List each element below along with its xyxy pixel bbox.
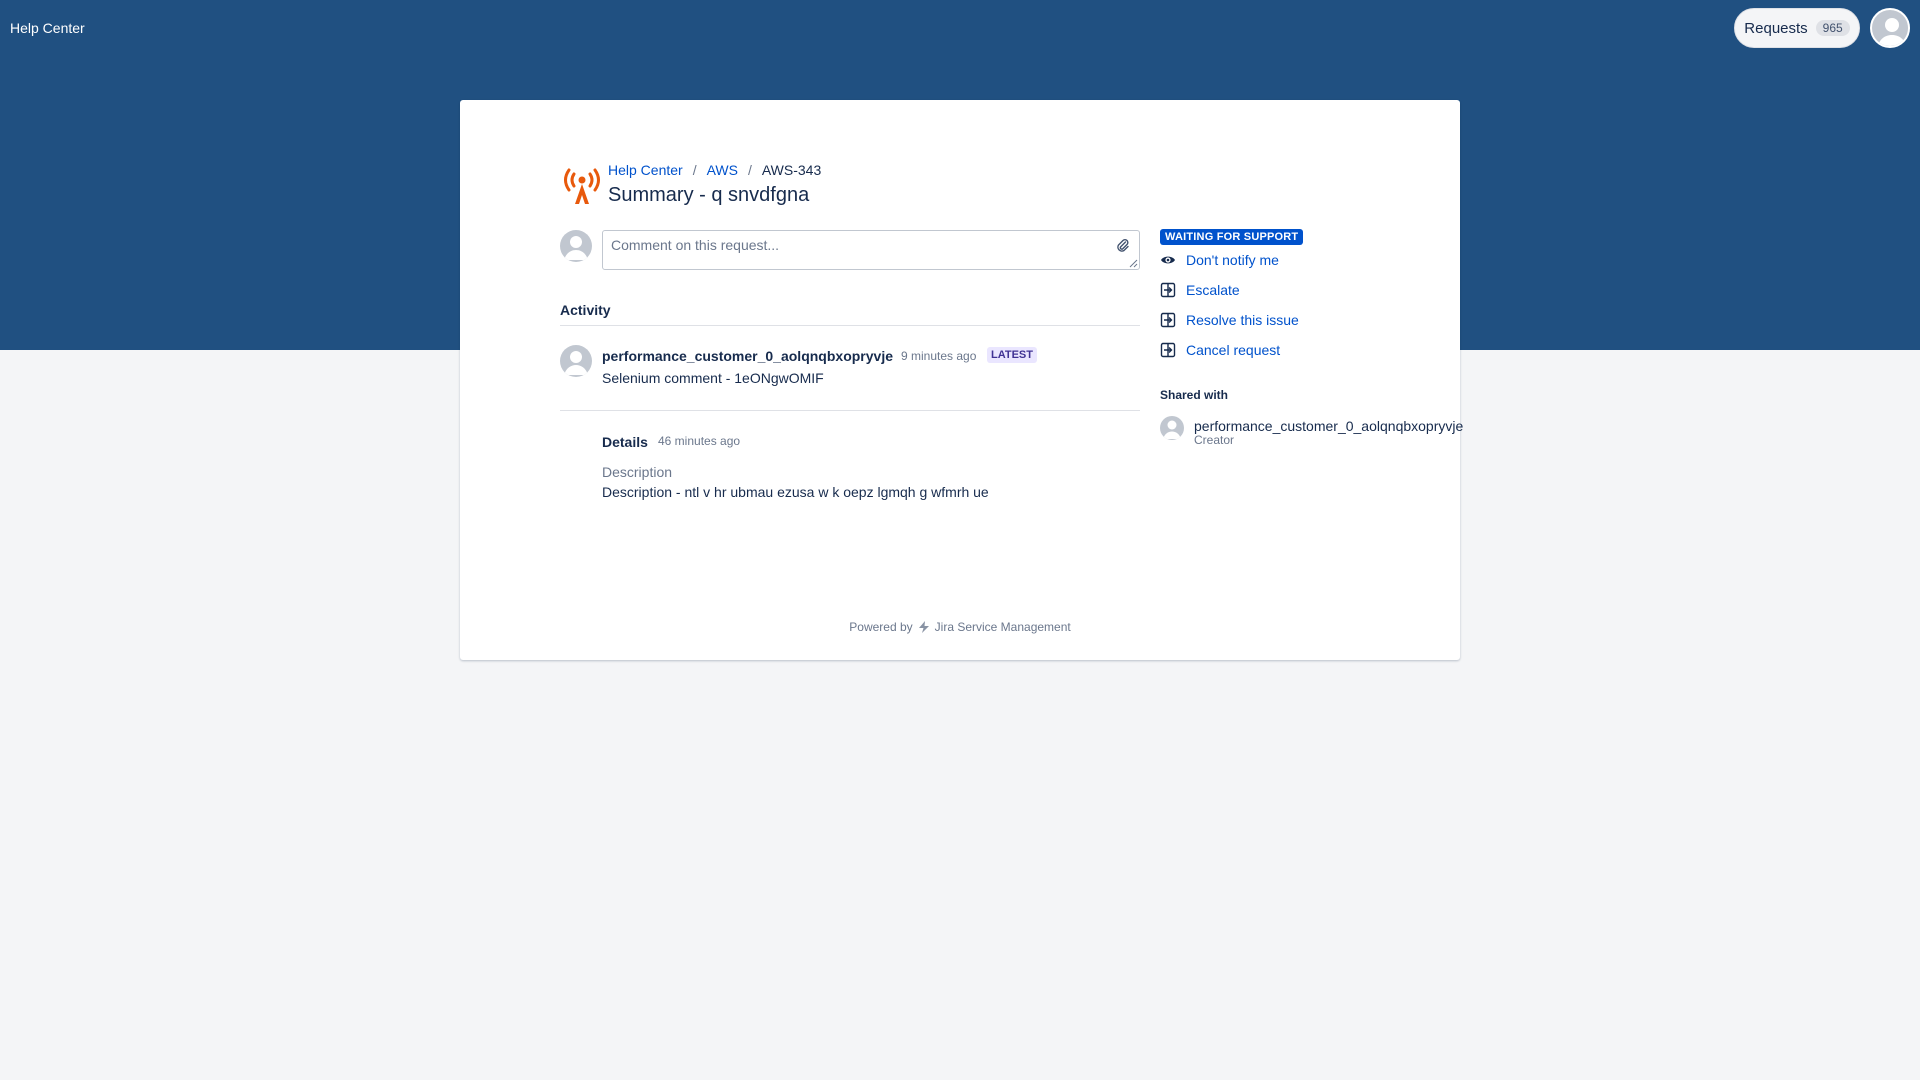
shared-user-avatar: [1160, 416, 1184, 440]
dont-notify-action[interactable]: Don't notify me: [1160, 252, 1279, 268]
eye-icon: [1161, 256, 1175, 264]
commenter-avatar: [560, 230, 592, 262]
product-name-link[interactable]: Jira Service Management: [935, 620, 1071, 634]
powered-by-label: Powered by: [849, 620, 913, 634]
resize-grip-icon[interactable]: [1128, 258, 1138, 268]
comment-timestamp: 9 minutes ago: [901, 349, 977, 363]
page-title: Summary - q snvdfgna: [608, 184, 810, 206]
description-value: Description - ntl v hr ubmau ezusa w k o…: [602, 484, 989, 500]
shared-user-name: performance_customer_0_aolqnqbxopryvje: [1194, 418, 1464, 434]
user-avatar-icon: [564, 351, 588, 375]
breadcrumb-separator: /: [692, 162, 697, 178]
resolve-label: Resolve this issue: [1186, 312, 1299, 328]
breadcrumb: Help Center / AWS / AWS-343: [608, 162, 821, 178]
resolve-action[interactable]: Resolve this issue: [1160, 312, 1299, 328]
comment-author-avatar: [560, 345, 592, 377]
cancel-request-action[interactable]: Cancel request: [1160, 342, 1280, 358]
cancel-request-label: Cancel request: [1186, 342, 1281, 358]
paperclip-icon[interactable]: [1115, 238, 1131, 254]
requests-button[interactable]: Requests 965: [1734, 8, 1860, 48]
user-avatar-icon: [564, 236, 588, 260]
transition-arrow-icon: [1160, 342, 1176, 358]
user-profile-avatar[interactable]: [1870, 8, 1910, 48]
shared-user-role: Creator: [1194, 433, 1235, 447]
requests-label: Requests: [1744, 19, 1808, 37]
transition-arrow-icon: [1160, 282, 1176, 298]
comment-input[interactable]: [602, 230, 1140, 270]
breadcrumb-aws[interactable]: AWS: [707, 162, 738, 178]
dont-notify-label: Don't notify me: [1186, 252, 1279, 268]
user-avatar-icon: [1163, 420, 1181, 439]
breadcrumb-separator: /: [747, 162, 752, 178]
latest-badge: LATEST: [987, 347, 1037, 363]
breadcrumb-current-issue: AWS-343: [761, 162, 822, 178]
shared-with-heading: Shared with: [1160, 388, 1229, 402]
details-divider: [560, 410, 1140, 411]
broadcast-tower-icon: [564, 168, 600, 204]
help-center-brand[interactable]: Help Center: [10, 20, 85, 36]
powered-by-footer: Powered by Jira Service Management: [460, 620, 1460, 634]
jira-service-management-icon: [918, 621, 929, 633]
comment-author-name: performance_customer_0_aolqnqbxopryvje: [602, 348, 893, 364]
activity-divider: [560, 325, 1140, 326]
breadcrumb-help-center[interactable]: Help Center: [608, 162, 683, 178]
description-label: Description: [602, 464, 673, 480]
transition-arrow-icon: [1160, 312, 1176, 328]
top-navigation: Help Center Requests 965: [0, 0, 1920, 56]
user-avatar-icon: [1878, 18, 1906, 46]
escalate-label: Escalate: [1186, 282, 1240, 298]
activity-heading: Activity: [560, 302, 611, 318]
requests-count-badge: 965: [1815, 20, 1850, 36]
status-badge: WAITING FOR SUPPORT: [1160, 229, 1304, 245]
escalate-action[interactable]: Escalate: [1160, 282, 1240, 298]
request-card: Help Center / AWS / AWS-343 Summary - q …: [460, 100, 1464, 660]
details-heading: Details: [602, 434, 648, 450]
comment-body: Selenium comment - 1eONgwOMIF: [602, 370, 824, 386]
details-timestamp: 46 minutes ago: [658, 434, 741, 448]
